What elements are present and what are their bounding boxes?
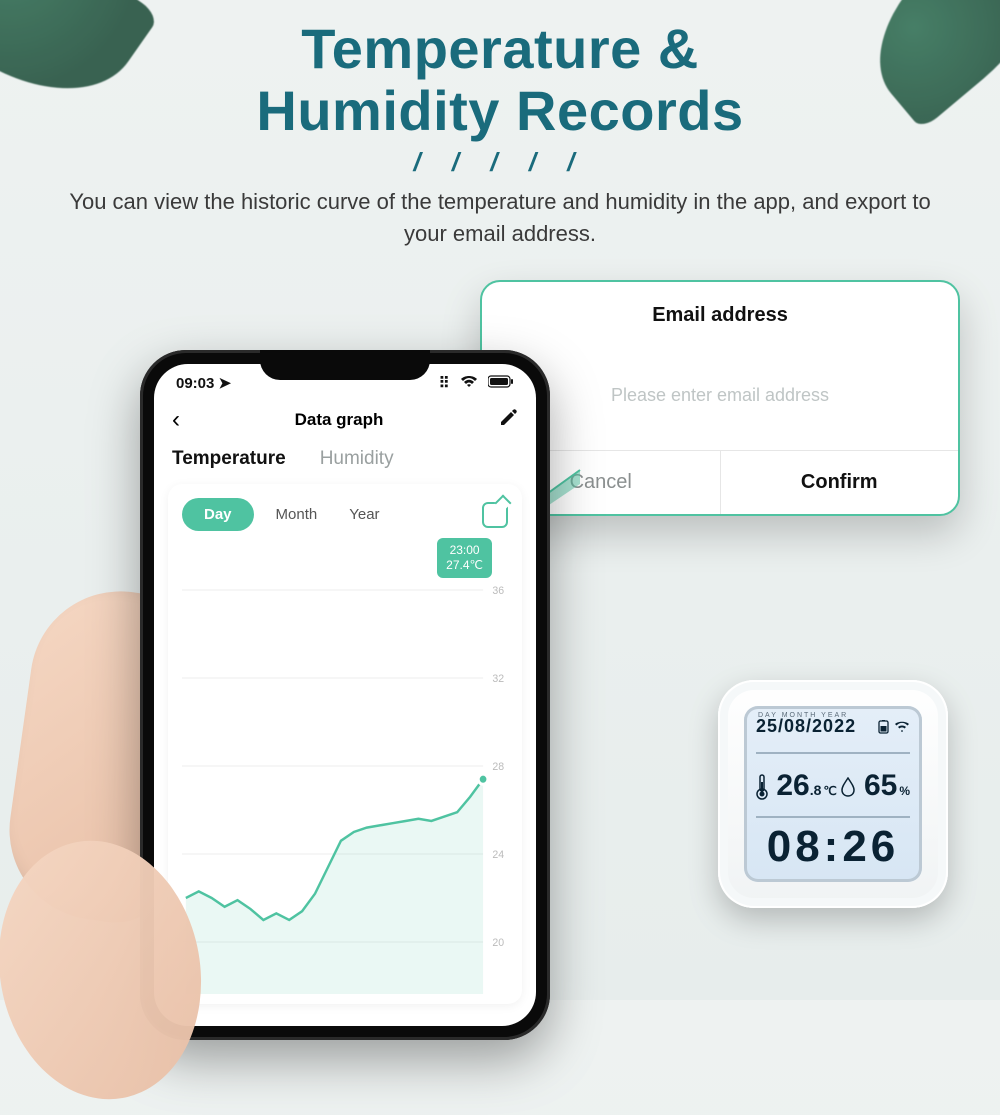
status-right: ⠿ xyxy=(433,374,514,392)
hero-divider: / / / / / xyxy=(0,147,1000,178)
device-lcd: DAY MONTH YEAR 25/08/2022 26.8℃ 65% 08:2… xyxy=(744,706,922,882)
phone-notch xyxy=(260,350,430,380)
hero-title-line2: Humidity Records xyxy=(256,79,743,142)
thermometer-icon xyxy=(756,774,768,800)
svg-text:36: 36 xyxy=(492,585,504,597)
range-day[interactable]: Day xyxy=(182,498,254,531)
status-time: 09:03 ➤ xyxy=(176,374,231,392)
droplet-icon xyxy=(840,777,856,797)
lcd-divider xyxy=(756,752,910,754)
lcd-row-readings: 26.8℃ 65% xyxy=(756,769,910,803)
range-year[interactable]: Year xyxy=(339,498,389,531)
svg-text:32: 32 xyxy=(492,673,504,685)
wifi-icon xyxy=(894,720,910,734)
phone-screen: 09:03 ➤ ⠿ ‹ Data graph xyxy=(154,364,536,1026)
svg-text:20: 20 xyxy=(492,937,504,949)
page-title: Data graph xyxy=(295,410,384,430)
hand-holding-phone: 09:03 ➤ ⠿ ‹ Data graph xyxy=(30,320,590,1040)
device-clock: 08:26 xyxy=(756,816,910,872)
phone-frame: 09:03 ➤ ⠿ ‹ Data graph xyxy=(140,350,550,1040)
chart-tooltip: 23:00 27.4℃ xyxy=(437,538,492,578)
temperature-line-chart[interactable]: 20 24 28 32 36 xyxy=(182,582,508,994)
battery-icon xyxy=(488,375,514,392)
back-button[interactable]: ‹ xyxy=(172,406,180,434)
lcd-row-date: 25/08/2022 xyxy=(756,716,910,737)
edit-icon[interactable] xyxy=(498,408,518,433)
svg-text:24: 24 xyxy=(492,849,504,861)
tab-humidity[interactable]: Humidity xyxy=(320,448,394,470)
location-icon: ➤ xyxy=(219,375,232,392)
hero-block: Temperature & Humidity Records / / / / /… xyxy=(0,18,1000,250)
range-month[interactable]: Month xyxy=(266,498,328,531)
device-status-icons xyxy=(877,719,910,734)
tooltip-value: 27.4℃ xyxy=(446,558,483,573)
svg-text:28: 28 xyxy=(492,761,504,773)
tooltip-time: 23:00 xyxy=(446,543,483,558)
confirm-button[interactable]: Confirm xyxy=(721,451,959,514)
hero-subtitle: You can view the historic curve of the t… xyxy=(60,186,940,250)
humidity-reading: 65% xyxy=(840,769,910,803)
chart-card: Day Month Year 23:00 27.4℃ 20 24 28 32 36 xyxy=(168,484,522,1004)
battery-icon xyxy=(877,720,891,734)
wifi-icon xyxy=(460,375,482,392)
temperature-reading: 26.8℃ xyxy=(756,769,837,803)
tab-temperature[interactable]: Temperature xyxy=(172,448,286,470)
date-labels: DAY MONTH YEAR xyxy=(758,712,848,719)
sensor-device: DAY MONTH YEAR 25/08/2022 26.8℃ 65% 08:2… xyxy=(718,680,948,908)
cellular-icon: ⠿ xyxy=(439,375,450,392)
hero-title: Temperature & Humidity Records xyxy=(0,18,1000,141)
export-icon[interactable] xyxy=(482,502,508,528)
app-bar: ‹ Data graph xyxy=(154,392,536,442)
metric-tabs: Temperature Humidity xyxy=(154,442,536,480)
hero-title-line1: Temperature & xyxy=(301,17,699,80)
range-selector: Day Month Year xyxy=(182,498,508,531)
device-date: 25/08/2022 xyxy=(756,716,856,737)
